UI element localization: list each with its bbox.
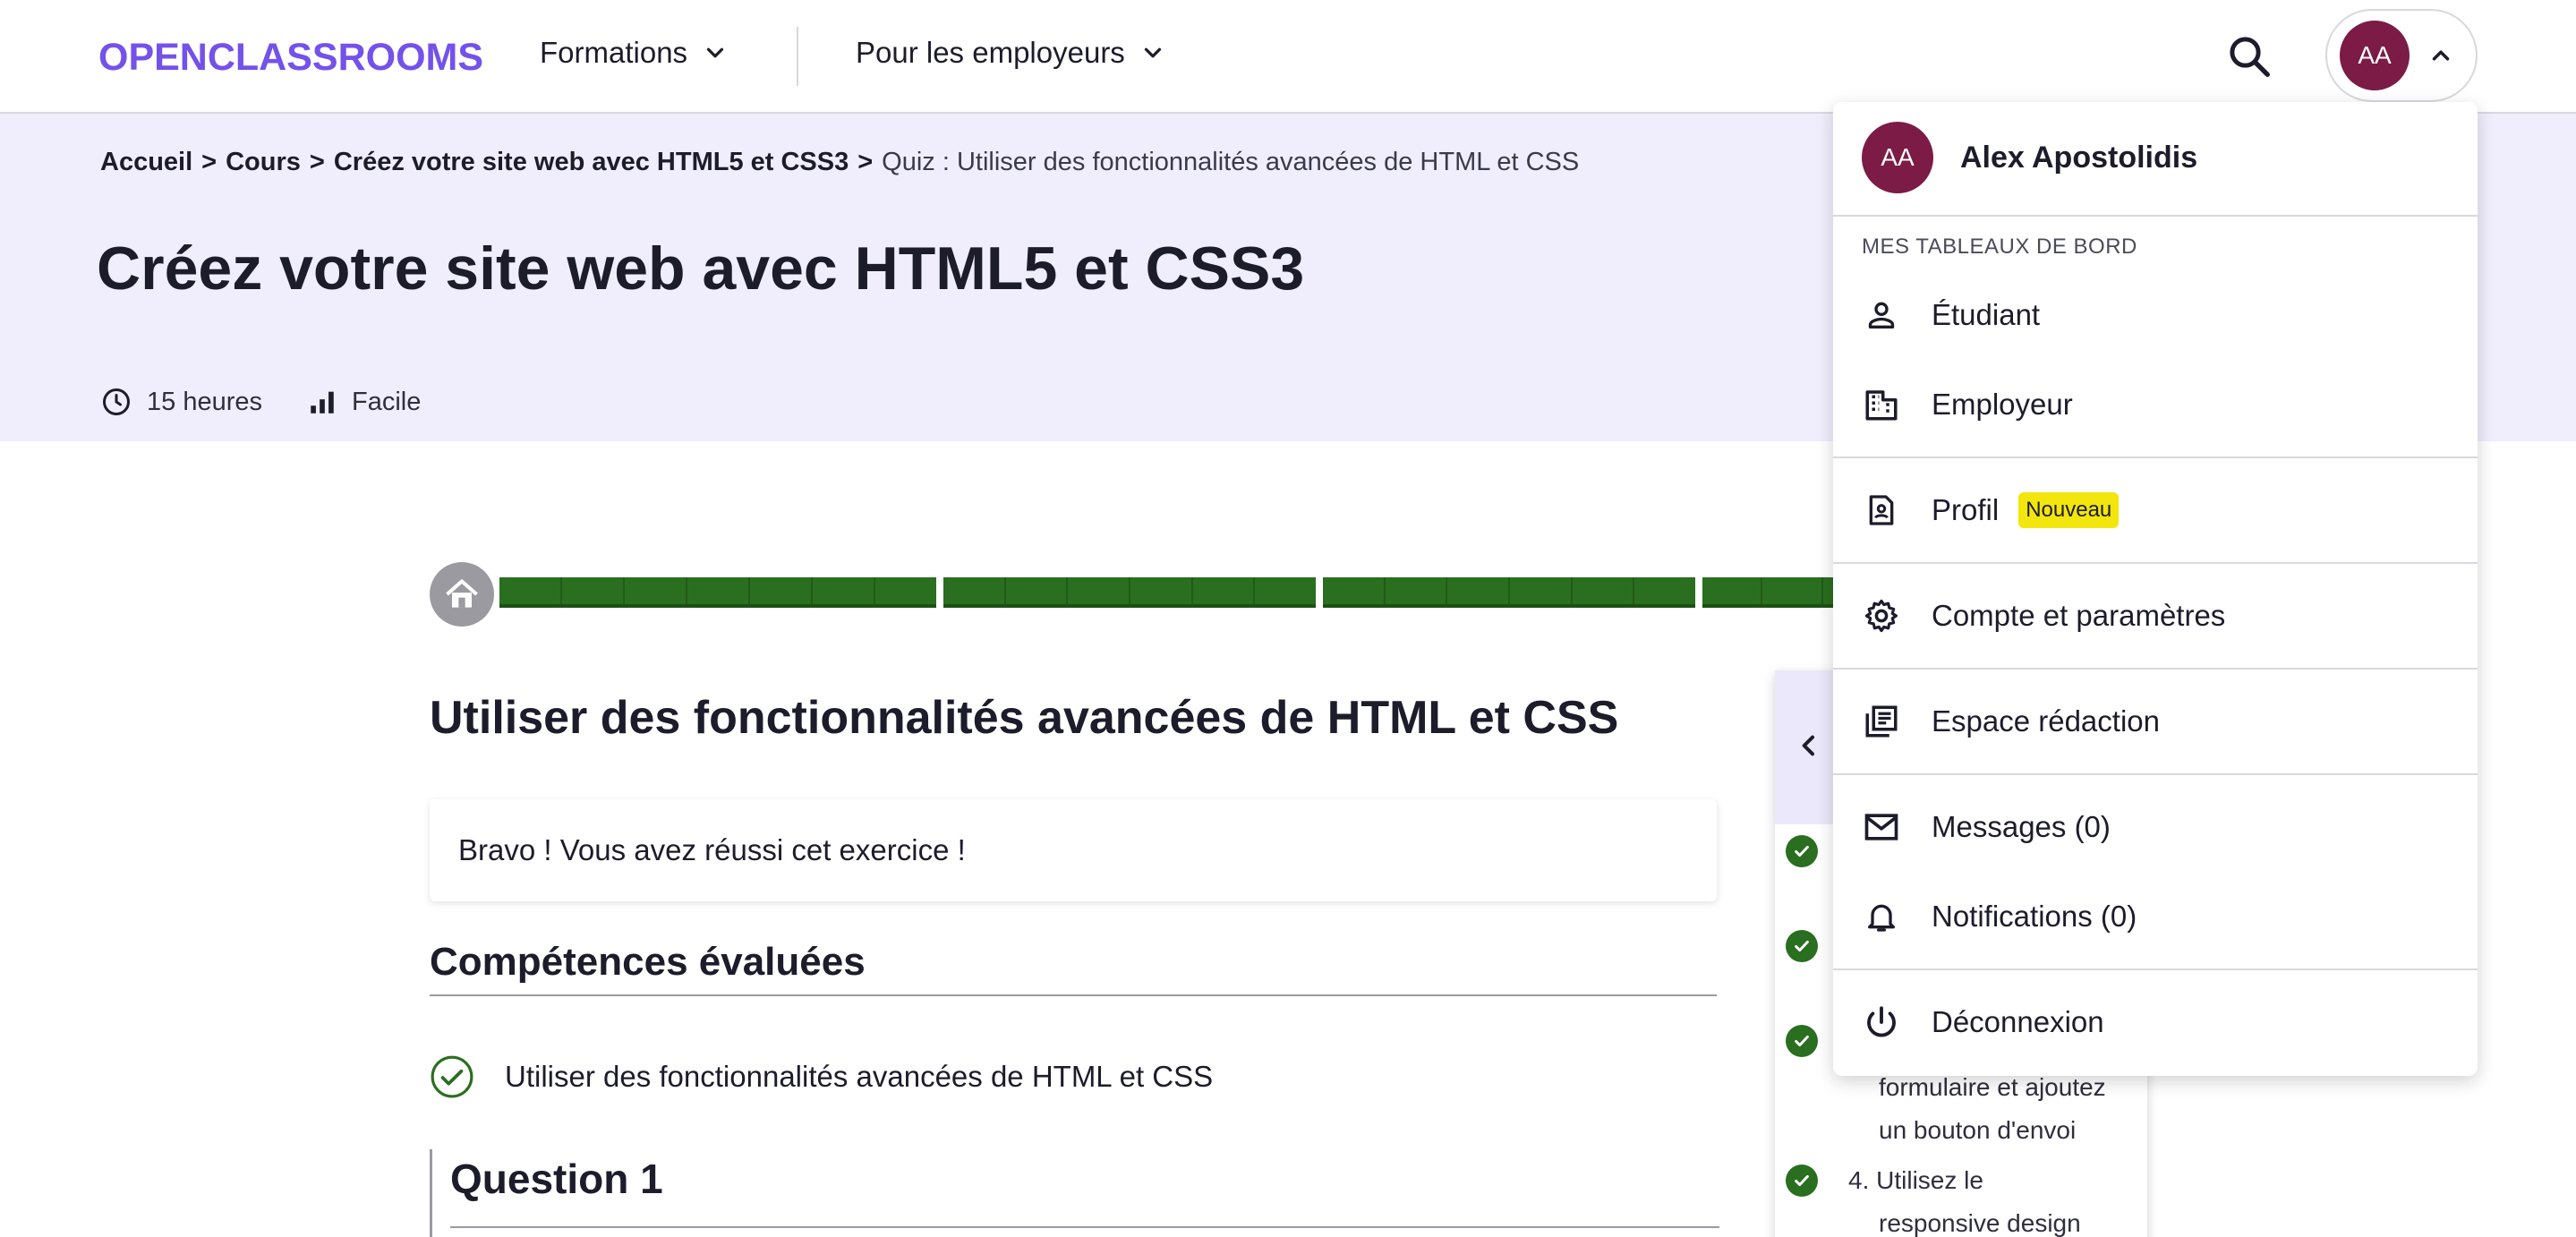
menu-item-notifications[interactable]: Notifications (0) — [1862, 890, 2137, 943]
chevron-down-icon — [706, 47, 724, 58]
chevron-left-icon — [1802, 735, 1814, 756]
course-meta: 15 heures Facile — [100, 386, 465, 418]
dashboards-section-label: MES TABLEAUX DE BORD — [1862, 235, 2137, 259]
bell-icon — [1868, 904, 1895, 932]
result-message: Bravo ! Vous avez réussi cet exercice ! — [430, 799, 1717, 901]
menu-item-profil[interactable]: Profil Nouveau — [1862, 483, 2120, 537]
nav-employeurs-label: Pour les employeurs — [856, 36, 1125, 69]
difficulty-bars-icon — [311, 391, 334, 414]
divider — [1833, 562, 2478, 564]
menu-item-label: Compte et paramètres — [1932, 599, 2226, 632]
course-progress-bar — [499, 577, 1881, 608]
completed-check-icon — [1786, 1025, 1818, 1057]
completed-check-icon — [1786, 930, 1818, 962]
course-level-text: Facile — [352, 387, 422, 416]
menu-item-employeur[interactable]: Employeur — [1862, 378, 2073, 431]
menu-item-account-settings[interactable]: Compte et paramètres — [1862, 589, 2225, 643]
outline-item-text[interactable]: formulaire et ajoutez un bouton d'envoi — [1879, 1066, 2106, 1152]
activity-title: Utiliser des fonctionnalités avancées de… — [430, 692, 1619, 744]
menu-item-label: Profil — [1932, 493, 2000, 526]
breadcrumb-cours[interactable]: Cours — [226, 148, 301, 177]
question-block: Question 1 — [430, 1149, 1719, 1237]
divider — [450, 1226, 1719, 1228]
completed-check-icon — [1786, 1164, 1818, 1197]
search-button[interactable] — [2222, 29, 2277, 84]
top-navigation: OPENCLASSROOMS Formations Pour les emplo… — [0, 0, 2576, 114]
collapse-panel-button[interactable] — [1791, 728, 1827, 764]
menu-item-label: Messages (0) — [1932, 810, 2111, 843]
course-home-button[interactable] — [430, 562, 494, 627]
profile-document-icon — [1869, 495, 1894, 525]
breadcrumb-separator: > — [309, 148, 325, 176]
menu-item-messages[interactable]: Messages (0) — [1862, 800, 2111, 854]
skill-label: Utiliser des fonctionnalités avancées de… — [505, 1060, 1214, 1093]
nav-employeurs[interactable]: Pour les employeurs — [856, 36, 1166, 70]
power-icon — [1867, 1006, 1896, 1037]
editorial-icon — [1865, 705, 1898, 738]
check-circle-icon — [431, 1055, 473, 1098]
skills-title: Compétences évaluées — [430, 940, 866, 984]
divider — [1833, 456, 2478, 458]
user-name: Alex Apostolidis — [1960, 140, 2198, 175]
outline-item-line: Utilisez le — [1876, 1166, 1983, 1194]
course-duration: 15 heures — [100, 386, 262, 418]
menu-item-espace-redaction[interactable]: Espace rédaction — [1862, 695, 2160, 748]
search-icon — [2230, 37, 2270, 77]
mail-icon — [1864, 814, 1898, 840]
breadcrumb-separator: > — [857, 148, 874, 176]
dropdown-user-header: AA Alex Apostolidis — [1862, 122, 2197, 193]
progress-segment[interactable] — [1323, 577, 1695, 608]
user-menu-toggle[interactable]: AA — [2325, 9, 2478, 102]
completed-check-icon — [1786, 835, 1818, 867]
page-title: Créez votre site web avec HTML5 et CSS3 — [97, 235, 1305, 303]
outline-item-line: responsive design — [1879, 1209, 2081, 1237]
chevron-down-icon — [1144, 47, 1161, 58]
menu-item-label: Employeur — [1932, 388, 2073, 421]
breadcrumb-accueil[interactable]: Accueil — [100, 148, 192, 177]
divider — [1833, 215, 2478, 217]
gear-icon — [1864, 599, 1898, 633]
outline-item-number: 4. — [1848, 1166, 1870, 1194]
divider — [1833, 968, 2478, 970]
divider — [430, 994, 1717, 996]
menu-item-label: Notifications (0) — [1932, 900, 2137, 933]
new-badge: Nouveau — [2018, 492, 2120, 528]
outline-item-line: un bouton d'envoi — [1879, 1116, 2077, 1144]
avatar: AA — [2340, 21, 2410, 90]
user-dropdown-menu: AA Alex Apostolidis MES TABLEAUX DE BORD… — [1833, 102, 2478, 1076]
clock-icon — [103, 388, 130, 415]
nav-divider — [797, 27, 798, 86]
divider — [1833, 668, 2478, 670]
breadcrumb-current: Quiz : Utiliser des fonctionnalités avan… — [882, 148, 1580, 176]
breadcrumb: Accueil > Cours > Créez votre site web a… — [100, 148, 1579, 177]
building-icon — [1865, 390, 1898, 421]
menu-item-label: Étudiant — [1932, 298, 2041, 331]
outline-item-text[interactable]: 4. Utilisez le responsive design — [1848, 1159, 2081, 1237]
divider — [1833, 773, 2478, 775]
menu-item-label: Espace rédaction — [1932, 704, 2160, 738]
course-level: Facile — [307, 387, 421, 417]
breadcrumb-course[interactable]: Créez votre site web avec HTML5 et CSS3 — [334, 148, 849, 177]
menu-item-label: Déconnexion — [1932, 1005, 2104, 1038]
avatar: AA — [1862, 122, 1933, 193]
chevron-up-icon — [2432, 50, 2450, 61]
home-icon — [446, 579, 478, 608]
person-icon — [1868, 302, 1895, 328]
menu-item-etudiant[interactable]: Étudiant — [1862, 288, 2040, 342]
skill-item: Utiliser des fonctionnalités avancées de… — [430, 1054, 1213, 1099]
nav-formations[interactable]: Formations — [540, 36, 729, 70]
breadcrumb-separator: > — [201, 148, 218, 176]
openclassrooms-logo[interactable]: OPENCLASSROOMS — [98, 36, 483, 80]
course-duration-text: 15 heures — [147, 387, 262, 416]
progress-segment[interactable] — [943, 577, 1316, 608]
nav-formations-label: Formations — [540, 36, 688, 69]
menu-item-deconnexion[interactable]: Déconnexion — [1862, 995, 2104, 1049]
question-title: Question 1 — [450, 1156, 663, 1202]
progress-segment[interactable] — [499, 577, 936, 608]
